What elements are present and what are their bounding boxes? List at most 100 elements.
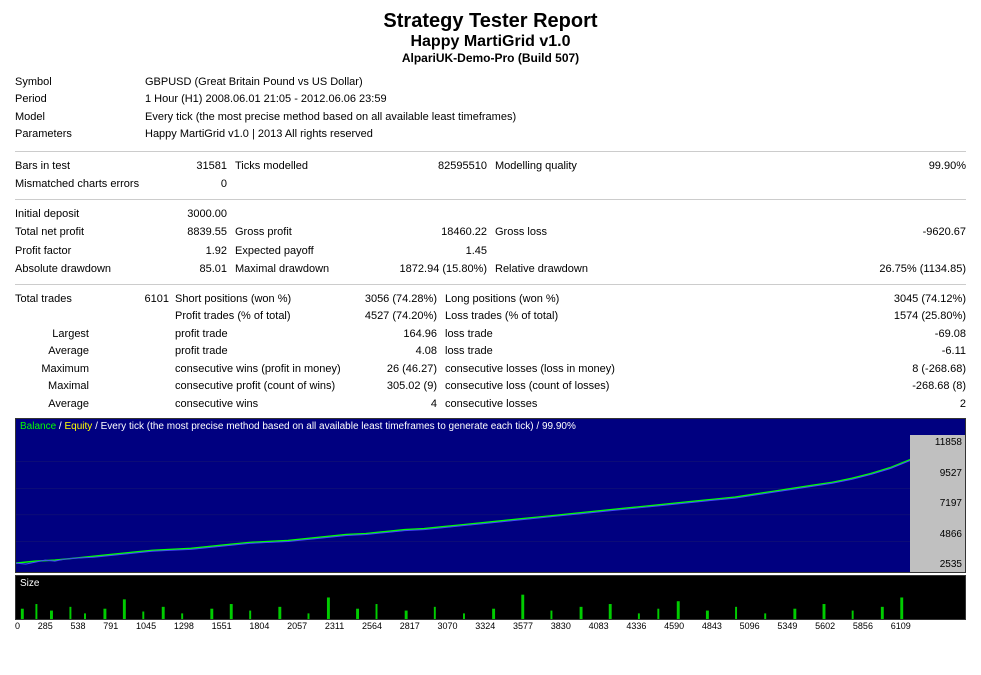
x-label-2: 538 [71, 621, 86, 631]
max-consec-wins-label: consecutive wins (profit in money) [175, 361, 355, 378]
deposit-row: Initial deposit 3000.00 [15, 206, 966, 223]
loss-trades-value: 1574 (25.80%) [645, 308, 966, 325]
deposit-label: Initial deposit [15, 206, 145, 223]
max-consec-wins-row: Maximum consecutive wins (profit in mone… [15, 361, 966, 378]
max-drawdown-label: Maximal drawdown [235, 261, 395, 278]
bars-label: Bars in test [15, 158, 145, 175]
x-label-24: 6109 [891, 621, 911, 631]
quality-value: 99.90% [675, 158, 966, 175]
avg-consec-wins-label: consecutive wins [175, 396, 355, 413]
ticks-value: 82595510 [395, 158, 495, 175]
average-label: Average [15, 343, 95, 360]
report-title: Strategy Tester Report [15, 10, 966, 33]
largest-loss-value: -69.08 [645, 326, 966, 343]
chart-legend: Balance / Equity / Every tick (the most … [20, 421, 576, 432]
parameters-label: Parameters [15, 127, 145, 142]
y-label-1: 11858 [913, 437, 962, 448]
total-trades-label: Total trades [15, 291, 95, 308]
profit-trades-row: Profit trades (% of total) 4527 (74.20%)… [15, 308, 966, 325]
x-label-17: 4336 [626, 621, 646, 631]
x-label-11: 2817 [400, 621, 420, 631]
total-trades-value: 6101 [95, 291, 175, 308]
x-label-8: 2057 [287, 621, 307, 631]
symbol-label: Symbol [15, 75, 145, 90]
profit-factor-value: 1.92 [145, 243, 235, 260]
x-label-6: 1551 [212, 621, 232, 631]
model-label: Model [15, 110, 145, 125]
quality-label: Modelling quality [495, 158, 675, 175]
x-label-16: 4083 [589, 621, 609, 631]
profit-trades-spacer2 [95, 308, 175, 325]
bars-row: Bars in test 31581 Ticks modelled 825955… [15, 158, 966, 175]
maximal-profit-row: Maximal consecutive profit (count of win… [15, 378, 966, 395]
equity-chart: Balance / Equity / Every tick (the most … [15, 418, 966, 573]
maximal-label: Maximal [15, 378, 95, 395]
profit-factor-row: Profit factor 1.92 Expected payoff 1.45 [15, 243, 966, 260]
abs-drawdown-label: Absolute drawdown [15, 261, 145, 278]
abs-drawdown-value: 85.01 [145, 261, 235, 278]
parameters-row: Parameters Happy MartiGrid v1.0 | 2013 A… [15, 127, 966, 142]
size-chart: Size [15, 575, 966, 620]
info-section: Symbol GBPUSD (Great Britain Pound vs US… [15, 75, 966, 143]
total-trades-row: Total trades 6101 Short positions (won %… [15, 291, 966, 308]
x-axis: 0 285 538 791 1045 1298 1551 1804 2057 2… [15, 621, 966, 631]
profit-trades-spacer [15, 308, 95, 325]
largest-row: Largest profit trade 164.96 loss trade -… [15, 326, 966, 343]
drawdown-row: Absolute drawdown 85.01 Maximal drawdown… [15, 261, 966, 278]
profit-trades-value: 4527 (74.20%) [355, 308, 445, 325]
x-label-10: 2564 [362, 621, 382, 631]
mismatched-row: Mismatched charts errors 0 [15, 176, 966, 193]
chart-y-axis: 11858 9527 7197 4866 2535 [910, 435, 965, 572]
size-bars-svg [16, 590, 910, 619]
x-label-14: 3577 [513, 621, 533, 631]
financial-section: Initial deposit 3000.00 Total net profit… [15, 206, 966, 278]
expected-payoff-label: Expected payoff [235, 243, 395, 260]
x-label-18: 4590 [664, 621, 684, 631]
period-label: Period [15, 92, 145, 107]
x-label-22: 5602 [815, 621, 835, 631]
max-consec-losses-value: 8 (-268.68) [645, 361, 966, 378]
gross-loss-value: -9620.67 [675, 224, 966, 241]
rel-drawdown-value: 26.75% (1134.85) [675, 261, 966, 278]
mismatched-label: Mismatched charts errors [15, 176, 145, 193]
model-row: Model Every tick (the most precise metho… [15, 110, 966, 125]
model-value: Every tick (the most precise method base… [145, 110, 966, 125]
net-profit-row: Total net profit 8839.55 Gross profit 18… [15, 224, 966, 241]
largest-loss-label: loss trade [445, 326, 645, 343]
deposit-value: 3000.00 [145, 206, 235, 223]
chart-svg [16, 435, 910, 572]
x-label-3: 791 [103, 621, 118, 631]
maximal-profit-label: consecutive profit (count of wins) [175, 378, 355, 395]
x-label-13: 3324 [475, 621, 495, 631]
average-spacer [95, 343, 175, 360]
average-row: Average profit trade 4.08 loss trade -6.… [15, 343, 966, 360]
gross-loss-label: Gross loss [495, 224, 675, 241]
report-subtitle: Happy MartiGrid v1.0 [15, 33, 966, 51]
report-header: Strategy Tester Report Happy MartiGrid v… [15, 10, 966, 65]
profit-trades-label: Profit trades (% of total) [175, 308, 355, 325]
x-label-19: 4843 [702, 621, 722, 631]
mismatched-value: 0 [145, 176, 235, 193]
ticks-label: Ticks modelled [235, 158, 395, 175]
x-label-20: 5096 [740, 621, 760, 631]
short-label: Short positions (won %) [175, 291, 355, 308]
avg-consec-wins-value: 4 [355, 396, 445, 413]
maximal-loss-label: consecutive loss (count of losses) [445, 378, 645, 395]
rel-drawdown-label: Relative drawdown [495, 261, 675, 278]
largest-label: Largest [15, 326, 95, 343]
maximal-spacer [95, 378, 175, 395]
avg-profit-value: 4.08 [355, 343, 445, 360]
size-bars-area [16, 590, 910, 619]
avg-consec-losses-label: consecutive losses [445, 396, 645, 413]
chart-description: / Every tick (the most precise method ba… [95, 421, 576, 432]
max-consec-wins-spacer [95, 361, 175, 378]
net-profit-value: 8839.55 [145, 224, 235, 241]
avg-consec-label: Average [15, 396, 95, 413]
symbol-value: GBPUSD (Great Britain Pound vs US Dollar… [145, 75, 966, 90]
gross-profit-value: 18460.22 [395, 224, 495, 241]
long-label: Long positions (won %) [445, 291, 645, 308]
y-label-5: 2535 [913, 559, 962, 570]
period-row: Period 1 Hour (H1) 2008.06.01 21:05 - 20… [15, 92, 966, 107]
x-label-7: 1804 [249, 621, 269, 631]
parameters-value: Happy MartiGrid v1.0 | 2013 All rights r… [145, 127, 966, 142]
